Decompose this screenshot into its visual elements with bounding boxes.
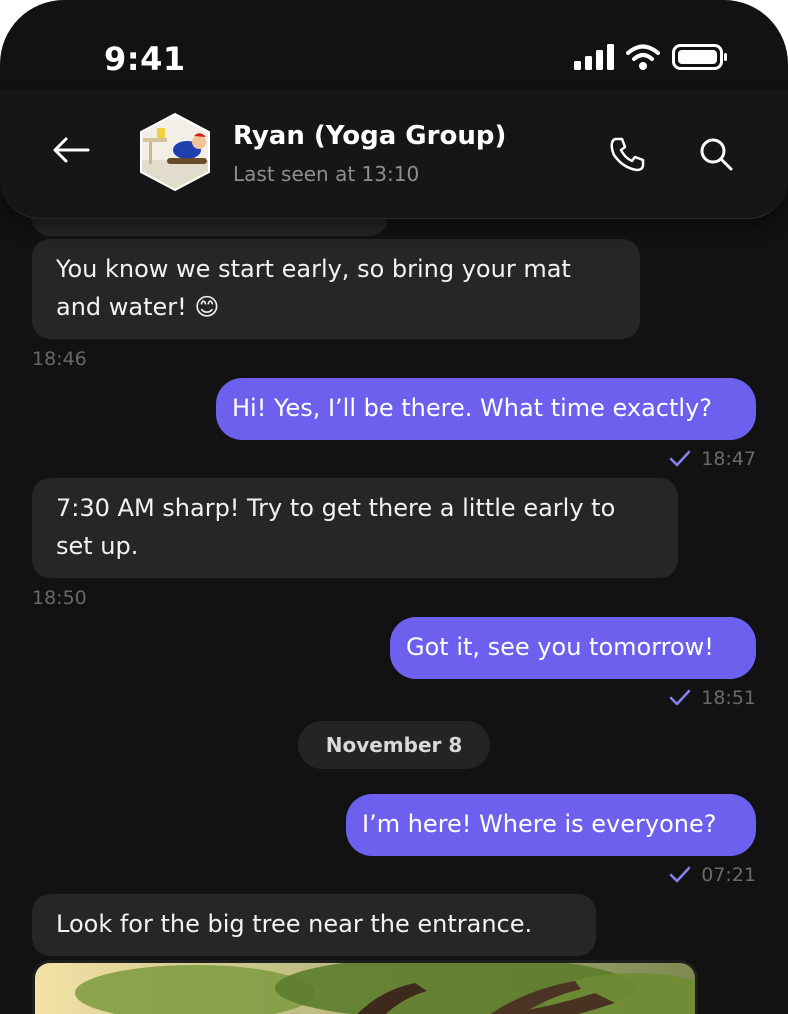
wifi-icon bbox=[626, 44, 660, 70]
chat-header: Ryan (Yoga Group) Last seen at 13:10 bbox=[0, 90, 788, 219]
message-bubble-incoming[interactable]: Look for the big tree near the entrance. bbox=[32, 894, 596, 956]
phone-icon[interactable] bbox=[608, 135, 646, 173]
message-time: 18:47 bbox=[701, 448, 756, 470]
last-seen-status: Last seen at 13:10 bbox=[233, 162, 420, 186]
message-text: I’m here! Where is everyone? bbox=[362, 810, 717, 838]
message-time: 18:46 bbox=[32, 348, 87, 370]
message-meta: 18:51 bbox=[669, 687, 756, 709]
chat-title[interactable]: Ryan (Yoga Group) bbox=[233, 121, 506, 151]
status-icons bbox=[574, 44, 728, 70]
message-bubble-incoming[interactable]: 7:30 AM sharp! Try to get there a little… bbox=[32, 478, 678, 578]
message-time: 18:51 bbox=[701, 687, 756, 709]
message-text: 7:30 AM sharp! Try to get there a little… bbox=[56, 494, 616, 560]
message-bubble-incoming[interactable]: You know we start early, so bring your m… bbox=[32, 239, 640, 339]
message-meta: 18:47 bbox=[669, 448, 756, 470]
check-icon bbox=[669, 866, 691, 883]
message-bubble-outgoing[interactable]: Hi! Yes, I’ll be there. What time exactl… bbox=[216, 378, 756, 440]
check-icon bbox=[669, 450, 691, 467]
battery-icon bbox=[672, 44, 727, 70]
avatar[interactable] bbox=[137, 112, 213, 192]
message-text: Hi! Yes, I’ll be there. What time exactl… bbox=[232, 394, 713, 422]
message-text: You know we start early, so bring your m… bbox=[56, 255, 571, 321]
photo-attachment[interactable] bbox=[32, 960, 698, 1014]
signal-icon bbox=[574, 44, 614, 70]
back-arrow-icon[interactable] bbox=[52, 136, 90, 164]
check-icon bbox=[669, 689, 691, 706]
message-text: Look for the big tree near the entrance. bbox=[56, 910, 533, 938]
phone-screen: 9:41 Ryan (Yoga Group) Last seen at 13:1… bbox=[0, 0, 788, 1014]
message-meta: 07:21 bbox=[669, 864, 756, 886]
message-time: 07:21 bbox=[701, 864, 756, 886]
message-bubble-outgoing[interactable]: I’m here! Where is everyone? bbox=[346, 794, 756, 856]
message-bubble-outgoing[interactable]: Got it, see you tomorrow! bbox=[390, 617, 756, 679]
date-separator: November 8 bbox=[298, 721, 490, 769]
status-time: 9:41 bbox=[104, 40, 186, 78]
message-text: Got it, see you tomorrow! bbox=[406, 633, 714, 661]
message-time: 18:50 bbox=[32, 587, 87, 609]
search-icon[interactable] bbox=[697, 135, 735, 173]
